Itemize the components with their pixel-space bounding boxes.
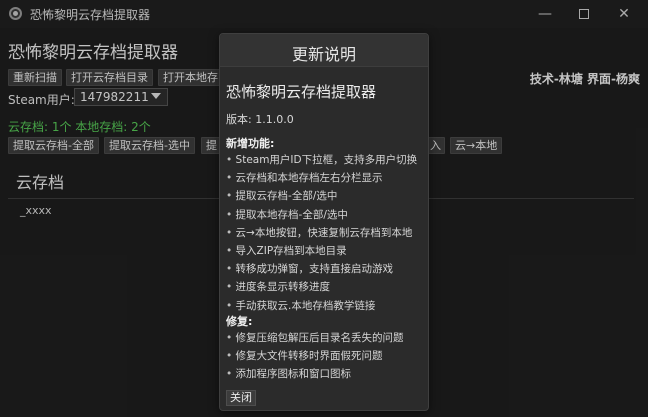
- list-item: 手动获取云.本地存档教学链接: [226, 297, 426, 315]
- dialog-version: 版本: 1.1.0.0: [226, 113, 294, 126]
- dialog-close-button[interactable]: 关闭: [226, 390, 256, 406]
- list-item: 转移成功弹窗，支持直接启动游戏: [226, 260, 426, 278]
- dialog-app-name: 恐怖黎明云存档提取器: [226, 83, 377, 101]
- list-item: 云存档和本地存档左右分栏显示: [226, 169, 426, 187]
- list-item: 进度条显示转移进度: [226, 278, 426, 296]
- fixes-list: 修复压缩包解压后目录名丢失的问题 修复大文件转移时界面假死问题 添加程序图标和窗…: [226, 329, 426, 384]
- update-notes-dialog: 更新说明 恐怖黎明云存档提取器 版本: 1.1.0.0 新增功能: Steam用…: [219, 33, 429, 411]
- dialog-header: 更新说明: [220, 34, 428, 67]
- features-heading: 新增功能:: [226, 137, 275, 150]
- list-item: 修复压缩包解压后目录名丢失的问题: [226, 329, 426, 347]
- list-item: 提取云存档-全部/选中: [226, 187, 426, 205]
- features-list: Steam用户ID下拉框，支持多用户切换 云存档和本地存档左右分栏显示 提取云存…: [226, 151, 426, 315]
- dialog-title: 更新说明: [291, 45, 356, 64]
- list-item: Steam用户ID下拉框，支持多用户切换: [226, 151, 426, 169]
- list-item: 提取本地存档-全部/选中: [226, 206, 426, 224]
- list-item: 添加程序图标和窗口图标: [226, 365, 426, 383]
- list-item: 云→本地按钮，快速复制云存档到本地: [226, 224, 426, 242]
- fixes-heading: 修复:: [226, 315, 253, 328]
- list-item: 修复大文件转移时界面假死问题: [226, 347, 426, 365]
- list-item: 导入ZIP存档到本地目录: [226, 242, 426, 260]
